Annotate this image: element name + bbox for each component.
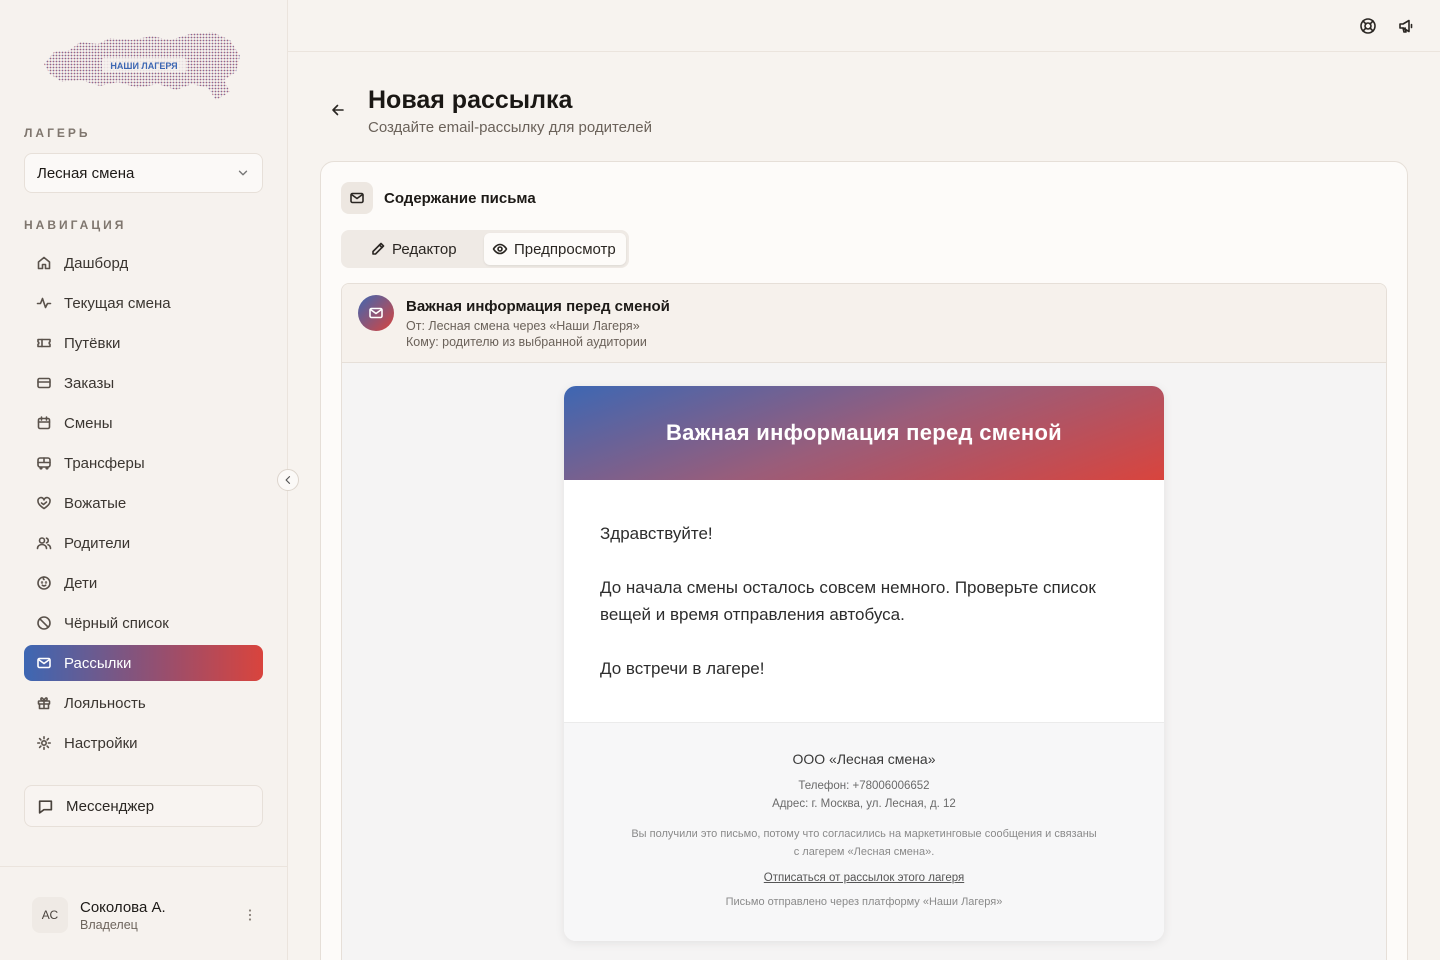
- message-square-icon: [38, 799, 53, 814]
- credit-card-icon: [37, 377, 51, 389]
- email-paragraph: До начала смены осталось совсем немного.…: [600, 578, 1096, 624]
- preview-subject: Важная информация перед сменой: [406, 298, 670, 315]
- pencil-icon: [372, 242, 385, 255]
- email-body: Здравствуйте! До начала смены осталось с…: [564, 480, 1164, 723]
- preview-from: От: Лесная смена через «Наши Лагеря»: [406, 319, 640, 333]
- footer-company: ООО «Лесная смена»: [792, 751, 936, 767]
- email-content-card: Содержание письма Редактор Предпросмотр …: [320, 161, 1408, 960]
- sidebar-item-children[interactable]: Дети: [24, 565, 263, 601]
- email-hero: Важная информация перед сменой: [564, 386, 1164, 480]
- topbar: [288, 0, 1440, 52]
- sidebar-divider: [0, 866, 287, 867]
- sidebar-item-label: Заказы: [64, 374, 115, 392]
- sidebar-collapse-button[interactable]: [277, 469, 299, 491]
- sidebar-item-label: Лояльность: [64, 694, 146, 712]
- page-title: Новая рассылка: [368, 86, 573, 114]
- card-title: Содержание письма: [384, 190, 536, 207]
- calendar-icon: [37, 416, 51, 430]
- unsubscribe-link[interactable]: Отписаться от рассылок этого лагеря: [564, 872, 1164, 884]
- sidebar-item-orders[interactable]: Заказы: [24, 365, 263, 401]
- mail-icon: [369, 307, 383, 319]
- home-icon: [37, 256, 51, 270]
- messenger-button[interactable]: Мессенджер: [24, 785, 263, 827]
- sidebar-item-mailings[interactable]: Рассылки: [24, 645, 263, 681]
- sidebar-item-loyalty[interactable]: Лояльность: [24, 685, 263, 721]
- sidebar-item-vouchers[interactable]: Путёвки: [24, 325, 263, 361]
- sidebar-item-label: Путёвки: [64, 334, 121, 352]
- sidebar-nav: Дашборд Текущая смена Путёвки Заказы Сме…: [24, 245, 263, 765]
- megaphone-icon[interactable]: [1397, 17, 1415, 35]
- sidebar: НАШИ ЛАГЕРЯ ЛАГЕРЬ Лесная смена НАВИГАЦИ…: [0, 0, 288, 960]
- ban-icon: [37, 616, 51, 630]
- email-template: Важная информация перед сменой Здравству…: [564, 386, 1164, 941]
- preview-header: Важная информация перед сменой От: Лесна…: [342, 284, 1386, 363]
- brand-logo[interactable]: НАШИ ЛАГЕРЯ: [40, 30, 246, 104]
- preview-body: Важная информация перед сменой Здравству…: [342, 363, 1386, 960]
- ticket-icon: [37, 338, 51, 348]
- sidebar-item-current-shift[interactable]: Текущая смена: [24, 285, 263, 321]
- help-lifebuoy-icon[interactable]: [1359, 17, 1377, 35]
- back-arrow-icon[interactable]: [329, 101, 347, 119]
- sidebar-item-label: Рассылки: [64, 654, 132, 672]
- settings-icon: [37, 736, 51, 750]
- email-greeting: Здравствуйте!: [600, 524, 713, 543]
- email-preview: Важная информация перед сменой От: Лесна…: [341, 283, 1387, 960]
- sidebar-item-label: Текущая смена: [64, 294, 171, 312]
- camp-select[interactable]: Лесная смена: [24, 153, 263, 193]
- footer-phone: Телефон: +78006006652: [798, 780, 930, 792]
- sidebar-item-dashboard[interactable]: Дашборд: [24, 245, 263, 281]
- sidebar-item-transfers[interactable]: Трансферы: [24, 445, 263, 481]
- mail-icon: [341, 182, 373, 214]
- users-icon: [36, 537, 52, 550]
- user-role: Владелец: [80, 917, 138, 932]
- sidebar-item-label: Трансферы: [64, 454, 145, 472]
- page-subtitle: Создайте email-рассылку для родителей: [368, 119, 652, 136]
- sidebar-item-label: Дети: [64, 574, 98, 592]
- footer-address: Адрес: г. Москва, ул. Лесная, д. 12: [772, 798, 956, 810]
- sidebar-item-label: Чёрный список: [64, 614, 169, 632]
- bus-icon: [37, 457, 51, 470]
- tab-preview[interactable]: Предпросмотр: [484, 233, 626, 265]
- editor-preview-tabs: Редактор Предпросмотр: [341, 230, 629, 268]
- sidebar-item-label: Вожатые: [64, 494, 127, 512]
- activity-icon: [36, 297, 52, 309]
- sidebar-item-label: Настройки: [64, 734, 138, 752]
- email-closing: До встречи в лагере!: [600, 659, 765, 678]
- heart-hand-icon: [37, 496, 51, 510]
- sidebar-item-label: Родители: [64, 534, 131, 552]
- sidebar-item-label: Дашборд: [64, 254, 129, 272]
- avatar: АС: [32, 897, 68, 933]
- more-vertical-icon[interactable]: [242, 907, 258, 923]
- email-footer: ООО «Лесная смена» Телефон: +78006006652…: [564, 723, 1164, 941]
- footer-platform: Письмо отправлено через платформу «Наши …: [725, 896, 1003, 908]
- preview-to: Кому: родителю из выбранной аудитории: [406, 335, 647, 349]
- camp-section-label: ЛАГЕРЬ: [24, 126, 91, 140]
- nav-section-label: НАВИГАЦИЯ: [24, 218, 127, 232]
- sidebar-item-label: Смены: [64, 414, 113, 432]
- tab-editor[interactable]: Редактор: [344, 233, 480, 265]
- baby-icon: [37, 576, 51, 590]
- camp-select-value: Лесная смена: [37, 164, 135, 182]
- footer-notice-line2: с лагерем «Лесная смена».: [793, 846, 935, 858]
- user-profile[interactable]: АС Соколова А. Владелец: [32, 895, 258, 935]
- svg-text:НАШИ ЛАГЕРЯ: НАШИ ЛАГЕРЯ: [110, 61, 177, 71]
- chevron-down-icon: [238, 170, 248, 176]
- user-name: Соколова А.: [80, 898, 166, 916]
- footer-notice-line1: Вы получили это письмо, потому что согла…: [631, 828, 1097, 840]
- chevron-left-icon: [285, 476, 291, 484]
- email-hero-title: Важная информация перед сменой: [665, 420, 1063, 445]
- eye-icon: [492, 243, 508, 255]
- mail-icon: [37, 657, 51, 669]
- sidebar-item-counselors[interactable]: Вожатые: [24, 485, 263, 521]
- sender-avatar: [358, 295, 394, 331]
- tab-editor-label: Редактор: [392, 240, 457, 258]
- sidebar-item-blacklist[interactable]: Чёрный список: [24, 605, 263, 641]
- gift-icon: [37, 697, 51, 710]
- sidebar-item-settings[interactable]: Настройки: [24, 725, 263, 761]
- sidebar-item-shifts[interactable]: Смены: [24, 405, 263, 441]
- messenger-label: Мессенджер: [66, 797, 155, 815]
- tab-preview-label: Предпросмотр: [514, 240, 616, 258]
- sidebar-item-parents[interactable]: Родители: [24, 525, 263, 561]
